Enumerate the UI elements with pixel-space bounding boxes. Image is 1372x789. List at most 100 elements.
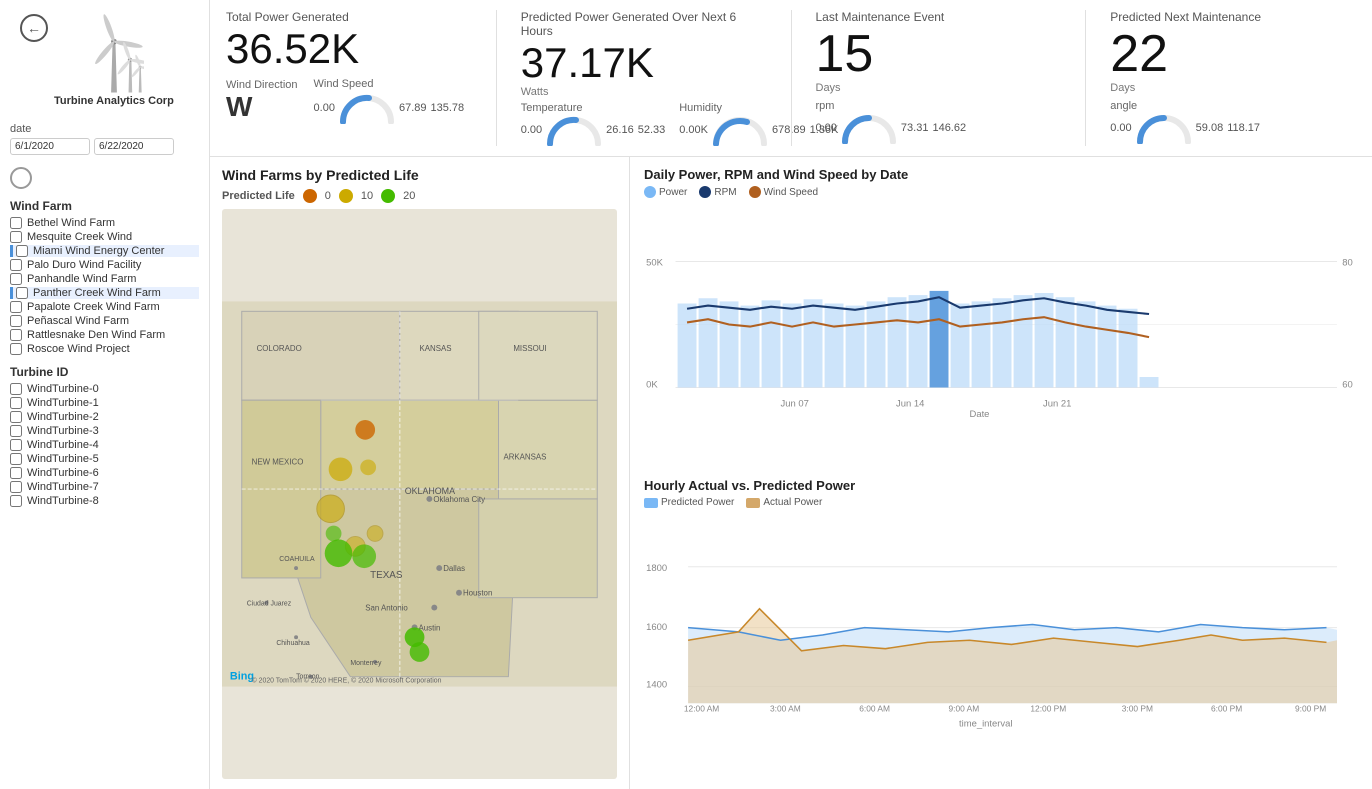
filter-turbine-1[interactable]: WindTurbine-1 — [10, 397, 199, 409]
filter-turbine-5[interactable]: WindTurbine-5 — [10, 453, 199, 465]
filter-palo[interactable]: Palo Duro Wind Facility — [10, 259, 199, 271]
angle-current: 59.08 — [1196, 122, 1224, 134]
metrics-row: Total Power Generated 36.52K Wind Direct… — [210, 0, 1372, 157]
map-container[interactable]: OKLAHOMA TEXAS NEW MEXICO COLORADO KANSA… — [222, 209, 617, 779]
svg-text:© 2020 TomTom © 2020 HERE, © 2: © 2020 TomTom © 2020 HERE, © 2020 Micros… — [252, 677, 442, 685]
wind-dir-value: W — [226, 91, 298, 123]
svg-text:Jun 21: Jun 21 — [1043, 398, 1071, 409]
checkbox-rattlesnake[interactable] — [10, 329, 22, 341]
filter-papalote[interactable]: Papalote Creek Wind Farm — [10, 301, 199, 313]
date-start-input[interactable] — [10, 138, 90, 155]
svg-text:COAHUILA: COAHUILA — [279, 556, 315, 563]
wind-farm-filter-title: Wind Farm — [10, 199, 199, 213]
filter-mesquite[interactable]: Mesquite Creek Wind — [10, 231, 199, 243]
last-maintenance-block: Last Maintenance Event 15 Days rpm 0.00 … — [816, 10, 1062, 144]
filter-rattlesnake[interactable]: Rattlesnake Den Wind Farm — [10, 329, 199, 341]
back-button[interactable]: ← — [20, 14, 48, 42]
bottom-row: Wind Farms by Predicted Life Predicted L… — [210, 157, 1372, 789]
checkbox-panther[interactable] — [16, 287, 28, 299]
temp-label: Temperature — [521, 102, 665, 114]
radio-toggle[interactable] — [10, 167, 32, 189]
rpm-min: 0.00 — [816, 122, 837, 134]
angle-gauge — [1136, 112, 1192, 144]
checkbox-turbine-0[interactable] — [10, 383, 22, 395]
wind-speed-max: 135.78 — [430, 102, 464, 114]
legend-predicted: Predicted Power — [644, 497, 734, 508]
legend-title: Predicted Life — [222, 190, 295, 202]
filter-label: WindTurbine-7 — [27, 481, 99, 493]
svg-text:60: 60 — [1342, 380, 1353, 391]
filter-label: Bethel Wind Farm — [27, 217, 115, 229]
filter-label: Panhandle Wind Farm — [27, 273, 136, 285]
wind-dir-label: Wind Direction — [226, 79, 298, 91]
filter-panther[interactable]: Panther Creek Wind Farm — [10, 287, 199, 299]
filter-miami[interactable]: Miami Wind Energy Center — [10, 245, 199, 257]
filter-label: WindTurbine-5 — [27, 453, 99, 465]
checkbox-penascal[interactable] — [10, 315, 22, 327]
checkbox-palo[interactable] — [10, 259, 22, 271]
rpm-label: rpm — [816, 100, 1062, 112]
checkbox-turbine-5[interactable] — [10, 453, 22, 465]
svg-text:50K: 50K — [646, 258, 663, 269]
daily-chart-block: Daily Power, RPM and Wind Speed by Date … — [644, 167, 1358, 468]
checkbox-papalote[interactable] — [10, 301, 22, 313]
checkbox-roscoe[interactable] — [10, 343, 22, 355]
filter-turbine-6[interactable]: WindTurbine-6 — [10, 467, 199, 479]
filter-turbine-3[interactable]: WindTurbine-3 — [10, 425, 199, 437]
checkbox-turbine-1[interactable] — [10, 397, 22, 409]
legend-dot-10 — [339, 189, 353, 203]
filter-label: WindTurbine-2 — [27, 411, 99, 423]
legend-dot-windspeed — [749, 186, 761, 198]
filter-turbine-2[interactable]: WindTurbine-2 — [10, 411, 199, 423]
filter-turbine-7[interactable]: WindTurbine-7 — [10, 481, 199, 493]
hourly-chart-title: Hourly Actual vs. Predicted Power — [644, 478, 1358, 493]
legend-label-predicted: Predicted Power — [661, 497, 734, 508]
filter-bethel[interactable]: Bethel Wind Farm — [10, 217, 199, 229]
filter-turbine-4[interactable]: WindTurbine-4 — [10, 439, 199, 451]
temp-max: 52.33 — [638, 124, 666, 136]
legend-label-power: Power — [659, 187, 687, 198]
svg-text:ARKANSAS: ARKANSAS — [503, 452, 546, 461]
checkbox-panhandle[interactable] — [10, 273, 22, 285]
filter-label: Peñascal Wind Farm — [27, 315, 129, 327]
filter-roscoe[interactable]: Roscoe Wind Project — [10, 343, 199, 355]
wind-speed-min: 0.00 — [314, 102, 335, 114]
svg-text:80: 80 — [1342, 258, 1353, 269]
svg-text:6:00 AM: 6:00 AM — [859, 704, 890, 714]
filter-turbine-0[interactable]: WindTurbine-0 — [10, 383, 199, 395]
checkbox-turbine-6[interactable] — [10, 467, 22, 479]
total-power-value: 36.52K — [226, 28, 472, 70]
predicted-power-title: Predicted Power Generated Over Next 6 Ho… — [521, 10, 767, 38]
humidity-current: 678.89 — [772, 124, 806, 136]
checkbox-mesquite[interactable] — [10, 231, 22, 243]
filter-penascal[interactable]: Peñascal Wind Farm — [10, 315, 199, 327]
angle-label: angle — [1110, 100, 1356, 112]
svg-text:1800: 1800 — [646, 563, 667, 574]
checkbox-bethel[interactable] — [10, 217, 22, 229]
checkbox-turbine-7[interactable] — [10, 481, 22, 493]
next-maintenance-value: 22 — [1110, 28, 1356, 80]
next-maintenance-title: Predicted Next Maintenance — [1110, 10, 1356, 24]
filter-panhandle[interactable]: Panhandle Wind Farm — [10, 273, 199, 285]
date-end-input[interactable] — [94, 138, 174, 155]
filter-label: Roscoe Wind Project — [27, 343, 130, 355]
svg-text:9:00 AM: 9:00 AM — [949, 704, 980, 714]
filter-label: WindTurbine-6 — [27, 467, 99, 479]
svg-text:TEXAS: TEXAS — [370, 570, 403, 581]
legend-dot-0 — [303, 189, 317, 203]
filter-label: Miami Wind Energy Center — [33, 245, 164, 257]
turbine-filter-title: Turbine ID — [10, 365, 199, 379]
filter-turbine-8[interactable]: WindTurbine-8 — [10, 495, 199, 507]
daily-chart-title: Daily Power, RPM and Wind Speed by Date — [644, 167, 1358, 182]
daily-chart-area: 50K 0K 80 60 — [644, 202, 1358, 468]
checkbox-turbine-2[interactable] — [10, 411, 22, 423]
filter-label: WindTurbine-8 — [27, 495, 99, 507]
checkbox-turbine-3[interactable] — [10, 425, 22, 437]
svg-text:3:00 PM: 3:00 PM — [1122, 704, 1153, 714]
checkbox-turbine-8[interactable] — [10, 495, 22, 507]
filter-label: WindTurbine-0 — [27, 383, 99, 395]
checkbox-turbine-4[interactable] — [10, 439, 22, 451]
checkbox-miami[interactable] — [16, 245, 28, 257]
legend-label-rpm: RPM — [714, 187, 736, 198]
svg-text:COLORADO: COLORADO — [257, 344, 302, 353]
